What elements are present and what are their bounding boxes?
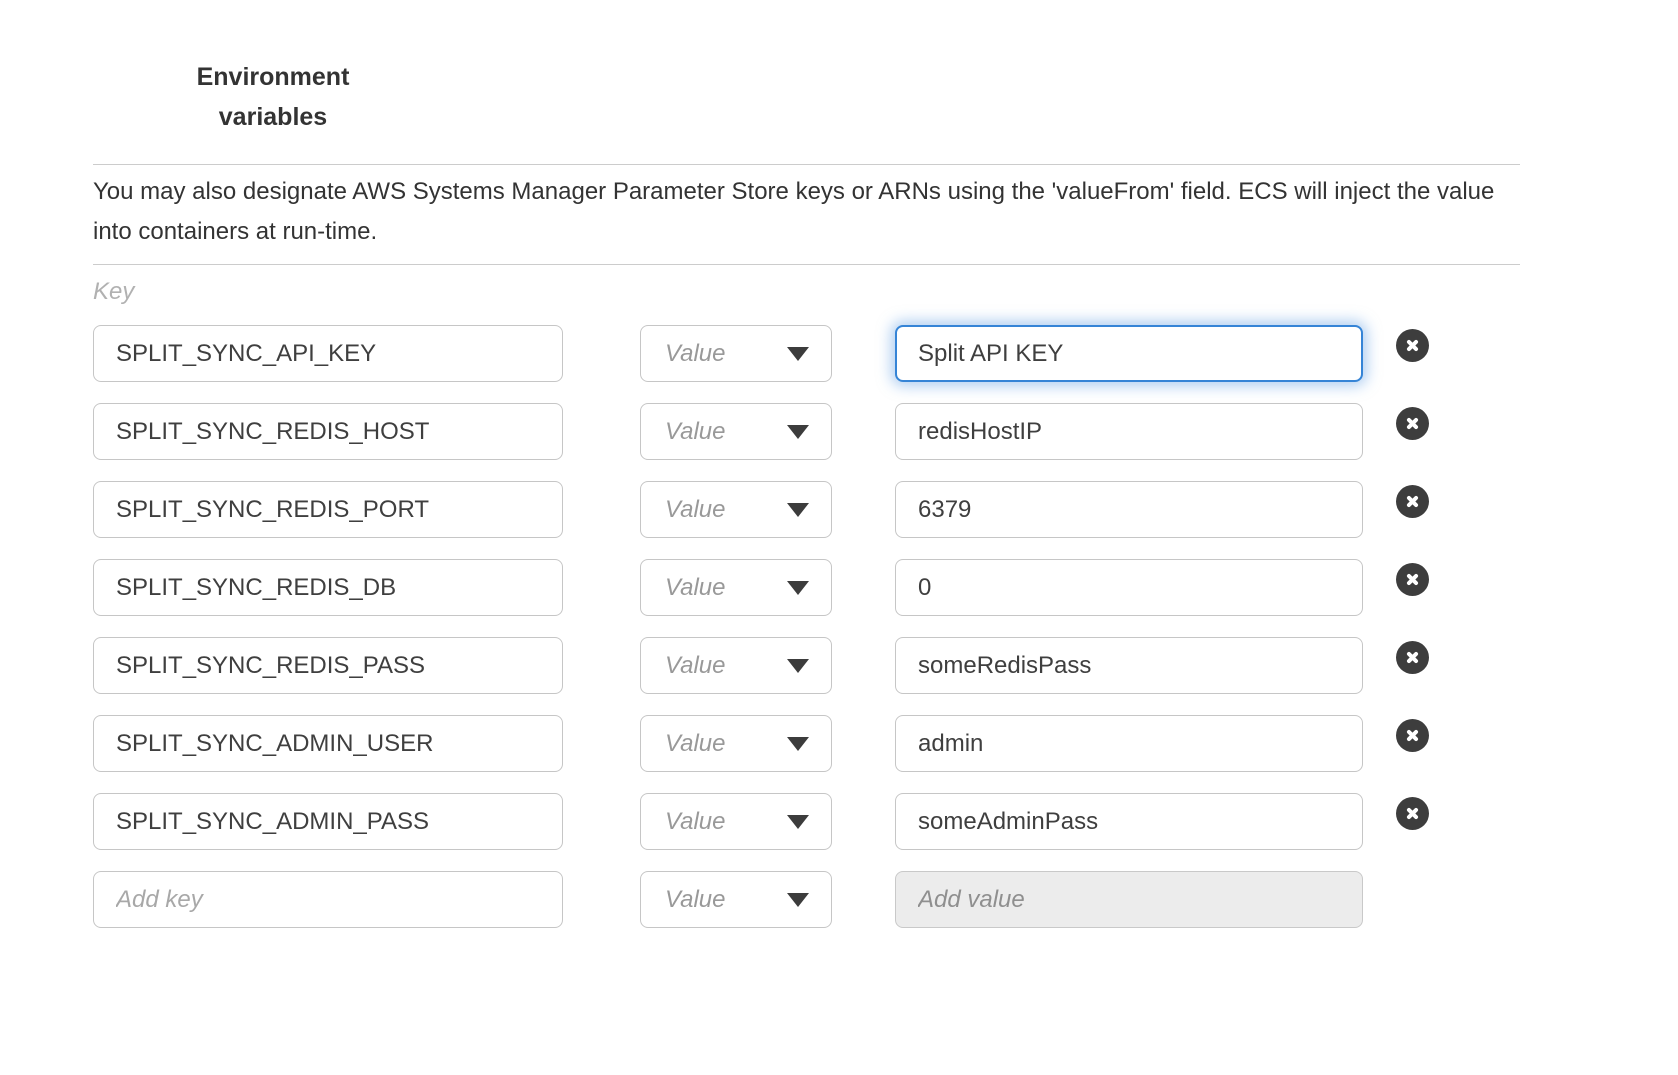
delete-env-var-button[interactable] bbox=[1396, 641, 1429, 674]
section-description: You may also designate AWS Systems Manag… bbox=[93, 172, 1520, 252]
env-var-row: Value bbox=[93, 715, 1520, 772]
env-type-selected-value: Value bbox=[665, 808, 726, 836]
env-type-selected-value: Value bbox=[665, 652, 726, 680]
caret-down-icon bbox=[787, 347, 809, 361]
env-value-input[interactable] bbox=[895, 559, 1363, 616]
env-value-input[interactable] bbox=[895, 325, 1363, 382]
caret-down-icon bbox=[787, 659, 809, 673]
env-type-select[interactable]: Value bbox=[640, 715, 832, 772]
env-var-row: Value bbox=[93, 559, 1520, 616]
env-type-select[interactable]: Value bbox=[640, 793, 832, 850]
env-value-input[interactable] bbox=[895, 637, 1363, 694]
env-key-input[interactable] bbox=[93, 637, 563, 694]
env-var-row: Value bbox=[93, 637, 1520, 694]
env-value-input[interactable] bbox=[895, 715, 1363, 772]
env-type-select[interactable]: Value bbox=[640, 559, 832, 616]
circled-x-icon bbox=[1403, 804, 1422, 823]
delete-env-var-button[interactable] bbox=[1396, 719, 1429, 752]
circled-x-icon bbox=[1403, 648, 1422, 667]
delete-env-var-button[interactable] bbox=[1396, 329, 1429, 362]
env-var-row: Value bbox=[93, 481, 1520, 538]
env-key-input[interactable] bbox=[93, 403, 563, 460]
circled-x-icon bbox=[1403, 492, 1422, 511]
delete-env-var-button[interactable] bbox=[1396, 563, 1429, 596]
env-var-rows: Value Value Va bbox=[93, 325, 1520, 928]
env-key-input[interactable] bbox=[93, 325, 563, 382]
caret-down-icon bbox=[787, 893, 809, 907]
env-value-input[interactable] bbox=[895, 481, 1363, 538]
env-type-selected-value: Value bbox=[665, 418, 726, 446]
circled-x-icon bbox=[1403, 570, 1422, 589]
env-type-select[interactable]: Value bbox=[640, 481, 832, 538]
env-var-row: Value bbox=[93, 793, 1520, 850]
env-key-input[interactable] bbox=[93, 559, 563, 616]
env-var-row: Value bbox=[93, 871, 1520, 928]
env-key-input[interactable] bbox=[93, 715, 563, 772]
env-type-selected-value: Value bbox=[665, 730, 726, 758]
env-key-input[interactable] bbox=[93, 481, 563, 538]
env-key-input[interactable] bbox=[93, 871, 563, 928]
delete-env-var-button[interactable] bbox=[1396, 407, 1429, 440]
env-type-selected-value: Value bbox=[665, 574, 726, 602]
key-column-label: Key bbox=[93, 278, 1520, 306]
circled-x-icon bbox=[1403, 336, 1422, 355]
delete-env-var-button[interactable] bbox=[1396, 485, 1429, 518]
env-var-row: Value bbox=[93, 325, 1520, 382]
caret-down-icon bbox=[787, 737, 809, 751]
circled-x-icon bbox=[1403, 414, 1422, 433]
env-value-input[interactable] bbox=[895, 871, 1363, 928]
env-value-input[interactable] bbox=[895, 403, 1363, 460]
env-key-input[interactable] bbox=[93, 793, 563, 850]
circled-x-icon bbox=[1403, 726, 1422, 745]
environment-variables-section: Environment variables You may also desig… bbox=[0, 57, 1678, 928]
env-var-row: Value bbox=[93, 403, 1520, 460]
caret-down-icon bbox=[787, 503, 809, 517]
env-type-selected-value: Value bbox=[665, 496, 726, 524]
env-type-select[interactable]: Value bbox=[640, 871, 832, 928]
env-value-input[interactable] bbox=[895, 793, 1363, 850]
env-type-select[interactable]: Value bbox=[640, 403, 832, 460]
env-type-select[interactable]: Value bbox=[640, 637, 832, 694]
divider bbox=[93, 264, 1520, 265]
section-title: Environment variables bbox=[185, 57, 361, 137]
env-type-selected-value: Value bbox=[665, 340, 726, 368]
caret-down-icon bbox=[787, 581, 809, 595]
divider bbox=[93, 164, 1520, 165]
caret-down-icon bbox=[787, 815, 809, 829]
env-type-select[interactable]: Value bbox=[640, 325, 832, 382]
delete-env-var-button[interactable] bbox=[1396, 797, 1429, 830]
env-type-selected-value: Value bbox=[665, 886, 726, 914]
caret-down-icon bbox=[787, 425, 809, 439]
